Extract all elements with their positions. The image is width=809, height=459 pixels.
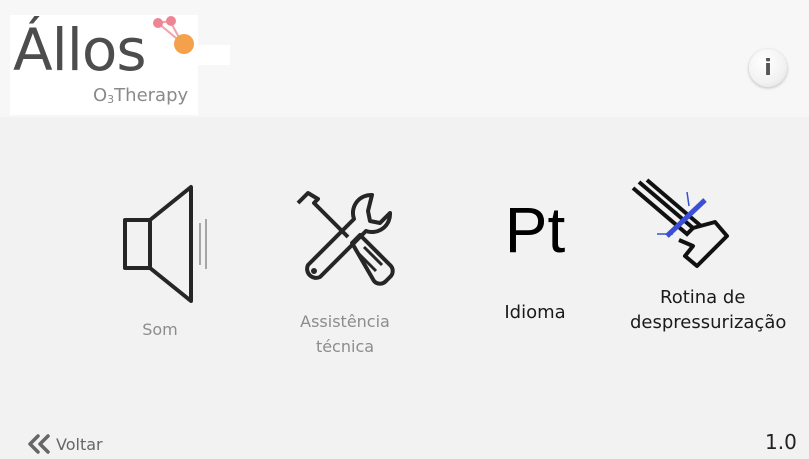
tech-support-label-line2: técnica <box>315 337 375 356</box>
sound-menu-item[interactable]: Som <box>100 183 220 342</box>
depressurization-valve-icon <box>631 178 729 268</box>
language-menu-item[interactable]: Pt Idioma <box>475 198 595 325</box>
back-label: Voltar <box>56 434 103 454</box>
version-label: 1.0 <box>765 430 797 454</box>
logo: Állos O3Therapy <box>10 15 198 115</box>
depressurization-label-line1: Rotina de <box>660 287 746 308</box>
logo-subtitle: O3Therapy <box>93 85 189 106</box>
language-label: Idioma <box>504 302 566 323</box>
tech-support-menu-item[interactable]: Assistência técnica <box>280 185 410 359</box>
back-button[interactable]: Voltar <box>26 434 103 454</box>
depressurization-menu-item[interactable]: Rotina de despressurização <box>622 178 809 335</box>
double-chevron-left-icon <box>28 434 50 454</box>
tech-support-label-line1: Assistência <box>300 312 390 331</box>
logo-wordmark: Állos <box>13 16 147 84</box>
logo-strip <box>198 45 230 65</box>
logo-molecule-icon <box>153 16 194 54</box>
sound-label: Som <box>142 320 178 339</box>
language-pt-icon: Pt <box>504 194 566 266</box>
info-button[interactable]: i <box>749 49 787 87</box>
speaker-icon <box>123 185 207 303</box>
depressurization-label-line2: despressurização <box>630 312 787 333</box>
wrench-screwdriver-icon <box>296 191 395 286</box>
